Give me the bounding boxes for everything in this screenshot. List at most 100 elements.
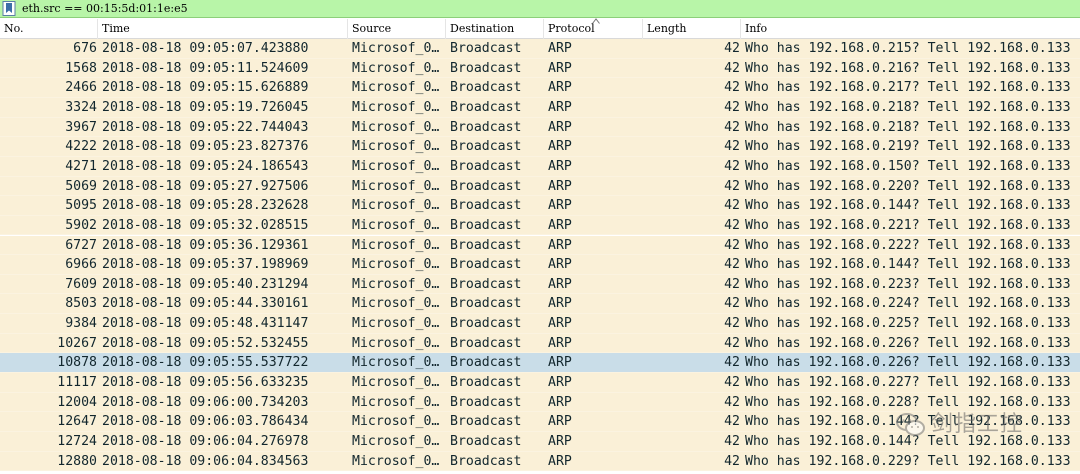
column-header-source[interactable]: Source	[348, 19, 446, 39]
packet-length: 42	[724, 158, 740, 174]
wechat-logo-icon	[896, 413, 925, 436]
packet-row[interactable]: 10267 2018-08-18 09:05:52.532455 Microsof_…	[0, 333, 1080, 354]
packet-time: 2018-08-18 09:05:07.423880	[102, 41, 309, 56]
packet-info: Who has 192.168.0.225? Tell 192.168.0.13…	[745, 316, 1071, 332]
packet-source: Microsof_0…	[352, 355, 440, 371]
column-header-length[interactable]: Length	[643, 19, 741, 39]
packet-length: 42	[724, 375, 740, 391]
packet-length: 42	[724, 139, 740, 155]
packet-time: 2018-08-18 09:05:28.232628	[102, 198, 309, 214]
packet-protocol: ARP	[548, 198, 572, 214]
packet-row[interactable]: 4222 2018-08-18 09:05:23.827376 Microsof_0…	[0, 137, 1080, 157]
packet-number: 6966	[65, 257, 97, 273]
packet-time: 2018-08-18 09:06:03.786434	[102, 414, 309, 430]
display-filter-input[interactable]: eth.src == 00:15:5d:01:1e:e5	[22, 0, 188, 17]
packet-source: Microsof_0…	[352, 158, 440, 174]
packet-row[interactable]: 5902 2018-08-18 09:05:32.028515 Microsof_0…	[0, 215, 1080, 236]
packet-number: 3324	[65, 99, 97, 115]
packet-destination: Broadcast	[450, 119, 522, 135]
packet-row[interactable]: 676 2018-08-18 09:05:07.423880 Microsof_0……	[0, 39, 1080, 59]
packet-length: 42	[724, 394, 740, 410]
packet-row[interactable]: 5069 2018-08-18 09:05:27.927506 Microsof_0…	[0, 176, 1080, 197]
packet-row[interactable]: 3967 2018-08-18 09:05:22.744043 Microsof_0…	[0, 117, 1080, 138]
packet-protocol: ARP	[548, 316, 572, 332]
packet-row[interactable]: 10878 2018-08-18 09:05:55.537722 Microsof_…	[0, 353, 1080, 374]
packet-number: 12724	[57, 434, 97, 449]
packet-time: 2018-08-18 09:05:15.626889	[102, 80, 309, 96]
watermark: 剑指工控	[895, 409, 1060, 441]
packet-time: 2018-08-18 09:06:00.734203	[102, 394, 309, 410]
packet-protocol: ARP	[548, 60, 572, 76]
packet-time: 2018-08-18 09:05:11.524609	[102, 60, 309, 76]
packet-info: Who has 192.168.0.222? Tell 192.168.0.13…	[745, 237, 1071, 253]
packet-row[interactable]: 12880 2018-08-18 09:06:04.834563 Microsof_…	[0, 451, 1080, 472]
packet-length: 42	[724, 276, 740, 292]
packet-length: 42	[724, 198, 740, 214]
packet-row[interactable]: 7609 2018-08-18 09:05:40.231294 Microsof_0…	[0, 274, 1080, 295]
packet-destination: Broadcast	[450, 41, 522, 56]
packet-row[interactable]: 6727 2018-08-18 09:05:36.129361 Microsof_0…	[0, 235, 1080, 256]
packet-time: 2018-08-18 09:06:04.834563	[102, 453, 309, 469]
packet-list-header: No. Time Source Destination Protocol Len…	[0, 19, 1080, 39]
packet-row[interactable]: 6966 2018-08-18 09:05:37.198969 Microsof_0…	[0, 255, 1080, 275]
packet-number: 12647	[57, 414, 97, 430]
packet-length: 42	[724, 453, 740, 469]
packet-source: Microsof_0…	[352, 434, 440, 449]
packet-protocol: ARP	[548, 355, 572, 371]
packet-time: 2018-08-18 09:05:40.231294	[102, 276, 309, 292]
packet-info: Who has 192.168.0.221? Tell 192.168.0.13…	[745, 217, 1071, 233]
packet-time: 2018-08-18 09:05:37.198969	[102, 257, 309, 273]
packet-source: Microsof_0…	[352, 237, 440, 253]
packet-row[interactable]: 11117 2018-08-18 09:05:56.633235 Microsof_…	[0, 373, 1080, 393]
packet-info: Who has 192.168.0.215? Tell 192.168.0.13…	[745, 41, 1071, 56]
sort-ascending-icon	[592, 18, 600, 24]
packet-row[interactable]: 1568 2018-08-18 09:05:11.524609 Microsof_0…	[0, 58, 1080, 79]
packet-number: 12880	[57, 453, 97, 469]
packet-time: 2018-08-18 09:05:52.532455	[102, 335, 309, 351]
packet-time: 2018-08-18 09:05:55.537722	[102, 355, 309, 371]
packet-time: 2018-08-18 09:05:19.726045	[102, 99, 309, 115]
packet-protocol: ARP	[548, 453, 572, 469]
packet-length: 42	[724, 237, 740, 253]
packet-source: Microsof_0…	[352, 80, 440, 96]
packet-info: Who has 192.168.0.224? Tell 192.168.0.13…	[745, 296, 1071, 312]
packet-source: Microsof_0…	[352, 198, 440, 214]
packet-info: Who has 192.168.0.150? Tell 192.168.0.13…	[745, 158, 1071, 174]
packet-destination: Broadcast	[450, 335, 522, 351]
packet-info: Who has 192.168.0.223? Tell 192.168.0.13…	[745, 276, 1071, 292]
packet-number: 10267	[57, 335, 97, 351]
packet-source: Microsof_0…	[352, 41, 440, 56]
column-header-destination[interactable]: Destination	[446, 19, 544, 39]
packet-destination: Broadcast	[450, 316, 522, 332]
packet-row[interactable]: 2466 2018-08-18 09:05:15.626889 Microsof_0…	[0, 78, 1080, 98]
packet-protocol: ARP	[548, 394, 572, 410]
packet-protocol: ARP	[548, 257, 572, 273]
packet-number: 5069	[65, 178, 97, 194]
column-header-no[interactable]: No.	[0, 19, 98, 39]
packet-info: Who has 192.168.0.229? Tell 192.168.0.13…	[745, 453, 1071, 469]
column-header-time[interactable]: Time	[98, 19, 348, 39]
packet-row[interactable]: 4271 2018-08-18 09:05:24.186543 Microsof_0…	[0, 156, 1080, 177]
packet-number: 3967	[65, 119, 97, 135]
packet-info: Who has 192.168.0.227? Tell 192.168.0.13…	[745, 375, 1071, 391]
packet-destination: Broadcast	[450, 178, 522, 194]
column-header-info[interactable]: Info	[741, 19, 1080, 39]
packet-row[interactable]: 8503 2018-08-18 09:05:44.330161 Microsof_0…	[0, 294, 1080, 315]
packet-time: 2018-08-18 09:05:23.827376	[102, 139, 309, 155]
packet-destination: Broadcast	[450, 434, 522, 449]
packet-source: Microsof_0…	[352, 178, 440, 194]
packet-number: 4222	[65, 139, 97, 155]
packet-row[interactable]: 9384 2018-08-18 09:05:48.431147 Microsof_0…	[0, 314, 1080, 334]
packet-destination: Broadcast	[450, 99, 522, 115]
bookmark-icon[interactable]	[2, 1, 16, 16]
packet-row[interactable]: 5095 2018-08-18 09:05:28.232628 Microsof_0…	[0, 196, 1080, 216]
packet-protocol: ARP	[548, 375, 572, 391]
packet-destination: Broadcast	[450, 394, 522, 410]
packet-info: Who has 192.168.0.144? Tell 192.168.0.13…	[745, 198, 1071, 214]
packet-source: Microsof_0…	[352, 296, 440, 312]
packet-source: Microsof_0…	[352, 217, 440, 233]
packet-row[interactable]: 3324 2018-08-18 09:05:19.726045 Microsof_0…	[0, 97, 1080, 118]
display-filter-bar[interactable]: eth.src == 00:15:5d:01:1e:e5	[0, 0, 1080, 18]
packet-destination: Broadcast	[450, 414, 522, 430]
watermark-text: 剑指工控	[931, 412, 1024, 437]
